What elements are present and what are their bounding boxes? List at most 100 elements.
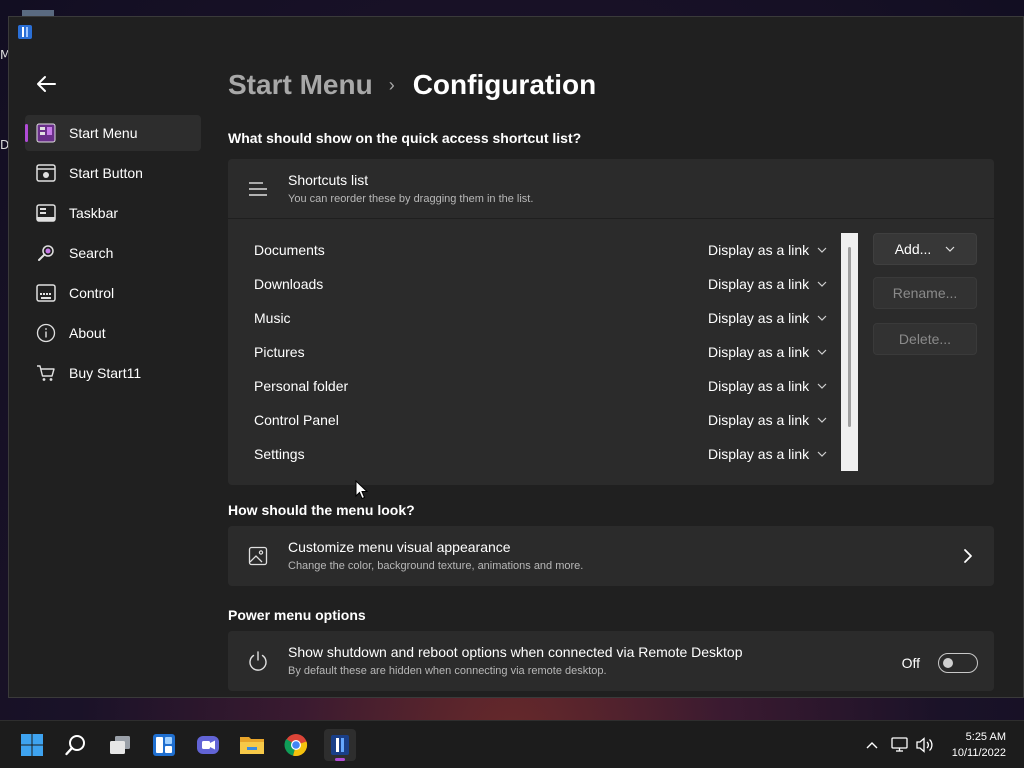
delete-button[interactable]: Delete... [873, 323, 977, 355]
start11-app-icon[interactable] [324, 729, 356, 761]
file-explorer-icon[interactable] [236, 729, 268, 761]
chevron-down-icon [817, 247, 827, 253]
shortcut-name: Music [254, 310, 291, 326]
chevron-down-icon [817, 315, 827, 321]
widgets-icon[interactable] [148, 729, 180, 761]
sidebar-item-about[interactable]: About [25, 315, 201, 351]
sidebar-item-label: Start Button [69, 165, 143, 181]
network-icon[interactable] [890, 735, 910, 755]
system-clock[interactable]: 5:25 AM 10/11/2022 [952, 729, 1006, 761]
control-icon [35, 282, 57, 304]
sidebar-item-start-menu[interactable]: Start Menu [25, 115, 201, 151]
display-mode-dropdown[interactable]: Display as a link [708, 378, 827, 394]
scrollbar-thumb[interactable] [848, 247, 851, 427]
chevron-down-icon [817, 383, 827, 389]
chevron-down-icon [817, 349, 827, 355]
add-button[interactable]: Add... [873, 233, 977, 265]
volume-icon[interactable] [915, 735, 935, 755]
add-button-label: Add... [894, 241, 932, 257]
chevron-down-icon [945, 246, 955, 252]
display-mode-dropdown[interactable]: Display as a link [708, 242, 827, 258]
display-mode-dropdown[interactable]: Display as a link [708, 344, 827, 360]
display-mode-dropdown[interactable]: Display as a link [708, 310, 827, 326]
sidebar-item-control[interactable]: Control [25, 275, 201, 311]
sidebar-item-label: Control [69, 285, 115, 301]
image-icon [246, 544, 270, 568]
display-mode-dropdown[interactable]: Display as a link [708, 446, 827, 462]
display-mode-value: Display as a link [708, 378, 810, 394]
sidebar-item-buy[interactable]: Buy Start11 [25, 355, 201, 391]
list-item[interactable]: Personal folder Display as a link [228, 369, 838, 403]
clock-time: 5:25 AM [965, 731, 1006, 743]
clock-date: 10/11/2022 [951, 747, 1006, 759]
customize-appearance-title: Customize menu visual appearance [288, 539, 511, 555]
back-button[interactable] [29, 67, 63, 101]
sidebar-nav: Start Menu Start Button Taskbar Search C… [25, 115, 201, 395]
page-title: Configuration [412, 69, 597, 100]
section-heading-quick-access: What should show on the quick access sho… [228, 130, 582, 146]
shortcut-name: Documents [254, 242, 325, 258]
section-heading-menu-look: How should the menu look? [228, 502, 415, 518]
remote-desktop-power-description: By default these are hidden when connect… [288, 665, 607, 677]
breadcrumb-separator: › [388, 74, 395, 95]
shortcut-list: Documents Display as a link Downloads Di… [228, 233, 838, 471]
display-mode-value: Display as a link [708, 310, 810, 326]
customize-appearance-description: Change the color, background texture, an… [288, 560, 584, 572]
display-mode-value: Display as a link [708, 242, 810, 258]
shortcut-name: Personal folder [254, 378, 349, 394]
sidebar-item-label: About [69, 325, 106, 341]
display-mode-value: Display as a link [708, 276, 810, 292]
sidebar-item-label: Start Menu [69, 125, 138, 141]
remote-desktop-power-title: Show shutdown and reboot options when co… [288, 644, 743, 660]
back-arrow-icon [37, 76, 56, 92]
taskbar-icon [35, 202, 57, 224]
display-mode-dropdown[interactable]: Display as a link [708, 276, 827, 292]
list-item[interactable]: Settings Display as a link [228, 437, 838, 471]
rename-button[interactable]: Rename... [873, 277, 977, 309]
list-icon [246, 177, 270, 201]
search-icon [35, 242, 57, 264]
display-mode-value: Display as a link [708, 446, 810, 462]
start11-logo-icon [18, 25, 32, 39]
list-item[interactable]: Music Display as a link [228, 301, 838, 335]
display-mode-value: Display as a link [708, 344, 810, 360]
sidebar-item-label: Search [69, 245, 114, 261]
sidebar-item-search[interactable]: Search [25, 235, 201, 271]
breadcrumb-parent-link[interactable]: Start Menu [228, 69, 373, 101]
teams-chat-icon[interactable] [192, 729, 224, 761]
taskbar: 5:25 AM 10/11/2022 [0, 720, 1024, 768]
sidebar-item-start-button[interactable]: Start Button [25, 155, 201, 191]
start-button-icon [35, 162, 57, 184]
sidebar-item-taskbar[interactable]: Taskbar [25, 195, 201, 231]
chevron-right-icon [958, 546, 978, 566]
title-bar[interactable] [9, 17, 1023, 47]
shortcuts-card-header: Shortcuts list You can reorder these by … [228, 159, 994, 219]
display-mode-dropdown[interactable]: Display as a link [708, 412, 827, 428]
remote-desktop-power-card: Show shutdown and reboot options when co… [228, 631, 994, 691]
shortcut-name: Control Panel [254, 412, 339, 428]
customize-appearance-card[interactable]: Customize menu visual appearance Change … [228, 526, 994, 586]
task-view-icon[interactable] [104, 729, 136, 761]
active-app-indicator [335, 758, 345, 761]
windows-start-icon[interactable] [16, 729, 48, 761]
chevron-up-icon[interactable] [862, 735, 882, 755]
chevron-down-icon [817, 281, 827, 287]
search-icon[interactable] [60, 729, 92, 761]
list-item[interactable]: Downloads Display as a link [228, 267, 838, 301]
chrome-icon[interactable] [280, 729, 312, 761]
remote-desktop-power-toggle[interactable] [938, 653, 978, 673]
chevron-down-icon [817, 417, 827, 423]
shortcuts-list-description: You can reorder these by dragging them i… [288, 193, 534, 205]
shortcuts-list-title: Shortcuts list [288, 172, 369, 188]
list-scrollbar[interactable] [841, 233, 858, 471]
chevron-down-icon [817, 451, 827, 457]
list-item[interactable]: Control Panel Display as a link [228, 403, 838, 437]
start11-window: Start Menu Start Button Taskbar Search C… [8, 16, 1024, 698]
breadcrumb: Start Menu › Configuration [228, 65, 596, 105]
shortcut-name: Settings [254, 446, 305, 462]
list-item[interactable]: Documents Display as a link [228, 233, 838, 267]
display-mode-value: Display as a link [708, 412, 810, 428]
mouse-cursor-icon [355, 479, 369, 505]
toggle-state-label: Off [901, 655, 920, 671]
list-item[interactable]: Pictures Display as a link [228, 335, 838, 369]
